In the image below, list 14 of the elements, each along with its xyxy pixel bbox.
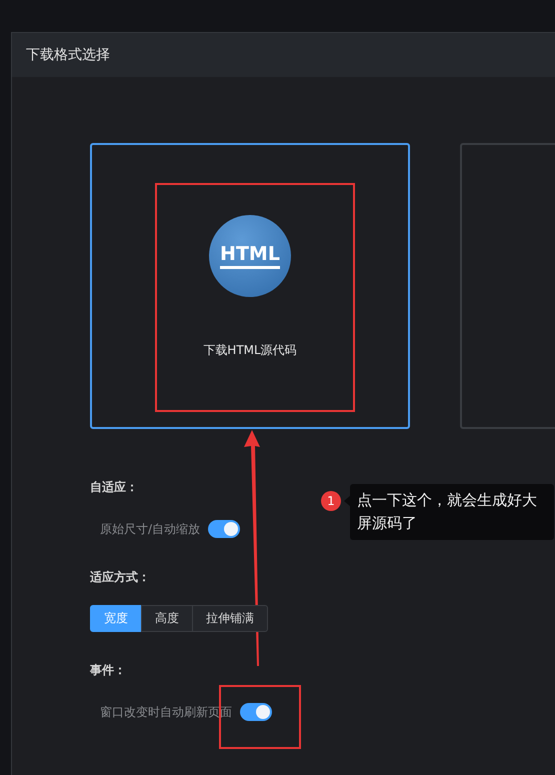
section-heading: 适应方式： — [90, 569, 151, 586]
toggle-label: 窗口改变时自动刷新页面 — [100, 704, 232, 721]
dialog-title: 下载格式选择 — [26, 46, 110, 64]
toggle-label: 原始尺寸/自动缩放 — [100, 521, 200, 538]
format-card[interactable]: HTML 下载HTML源代码 — [90, 143, 410, 429]
segment-option[interactable]: 拉伸铺满 — [192, 605, 268, 632]
segment-option[interactable]: 高度 — [141, 605, 193, 632]
section-heading: 自适应： — [90, 479, 139, 496]
toggle-switch[interactable] — [240, 703, 272, 721]
card-label: 下载HTML源代码 — [203, 342, 297, 359]
callout-note: 点一下这个，就会生成好大屏源码了 — [350, 484, 554, 540]
section-heading: 事件： — [90, 662, 127, 679]
toggle-switch[interactable] — [208, 520, 240, 538]
html-icon: HTML — [209, 215, 291, 297]
